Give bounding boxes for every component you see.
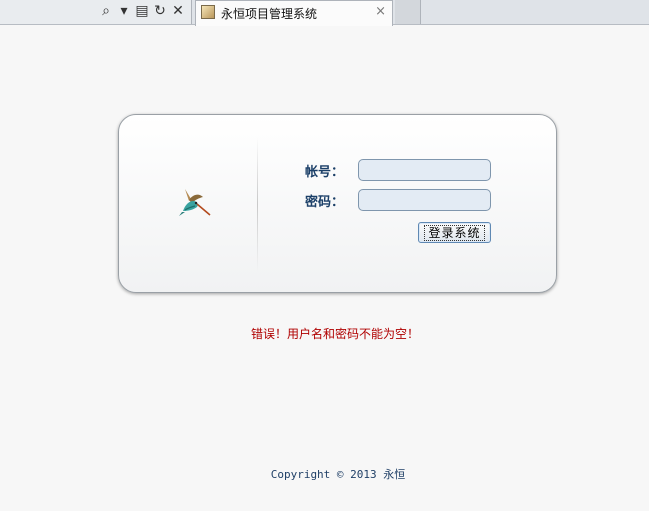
address-bar-icons: ⌕ ▾ ▤ ↻ ✕ [99, 2, 185, 20]
username-label: 帐号： [305, 165, 345, 180]
stop-icon[interactable]: ✕ [171, 2, 185, 20]
close-icon[interactable]: × [375, 4, 386, 19]
chevron-down-icon[interactable]: ▾ [117, 2, 131, 20]
browser-tab-bar: ⌕ ▾ ▤ ↻ ✕ 永恒项目管理系统 × [0, 0, 649, 26]
password-field[interactable] [358, 189, 491, 211]
username-field[interactable] [358, 159, 491, 181]
login-button-label: 登录系统 [424, 224, 485, 241]
compatibility-view-icon[interactable]: ▤ [135, 2, 149, 20]
error-message: 错误！用户名和密码不能为空！ [250, 327, 419, 341]
panel-divider [257, 137, 258, 272]
login-panel: 帐号： 密码： 登录系统 [118, 114, 557, 293]
password-label: 密码： [305, 195, 345, 210]
refresh-icon[interactable]: ↻ [153, 2, 167, 20]
copyright-footer: Copyright © 2013 永恒 [270, 468, 406, 481]
browser-tab[interactable]: 永恒项目管理系统 × [195, 0, 393, 26]
favicon-icon [201, 5, 215, 19]
address-bar[interactable]: ⌕ ▾ ▤ ↻ ✕ [0, 0, 192, 24]
hummingbird-icon [179, 189, 211, 216]
tab-title: 永恒项目管理系统 [221, 7, 318, 21]
new-tab-button[interactable] [395, 0, 421, 24]
search-icon[interactable]: ⌕ [99, 2, 113, 20]
login-button[interactable]: 登录系统 [418, 222, 491, 243]
